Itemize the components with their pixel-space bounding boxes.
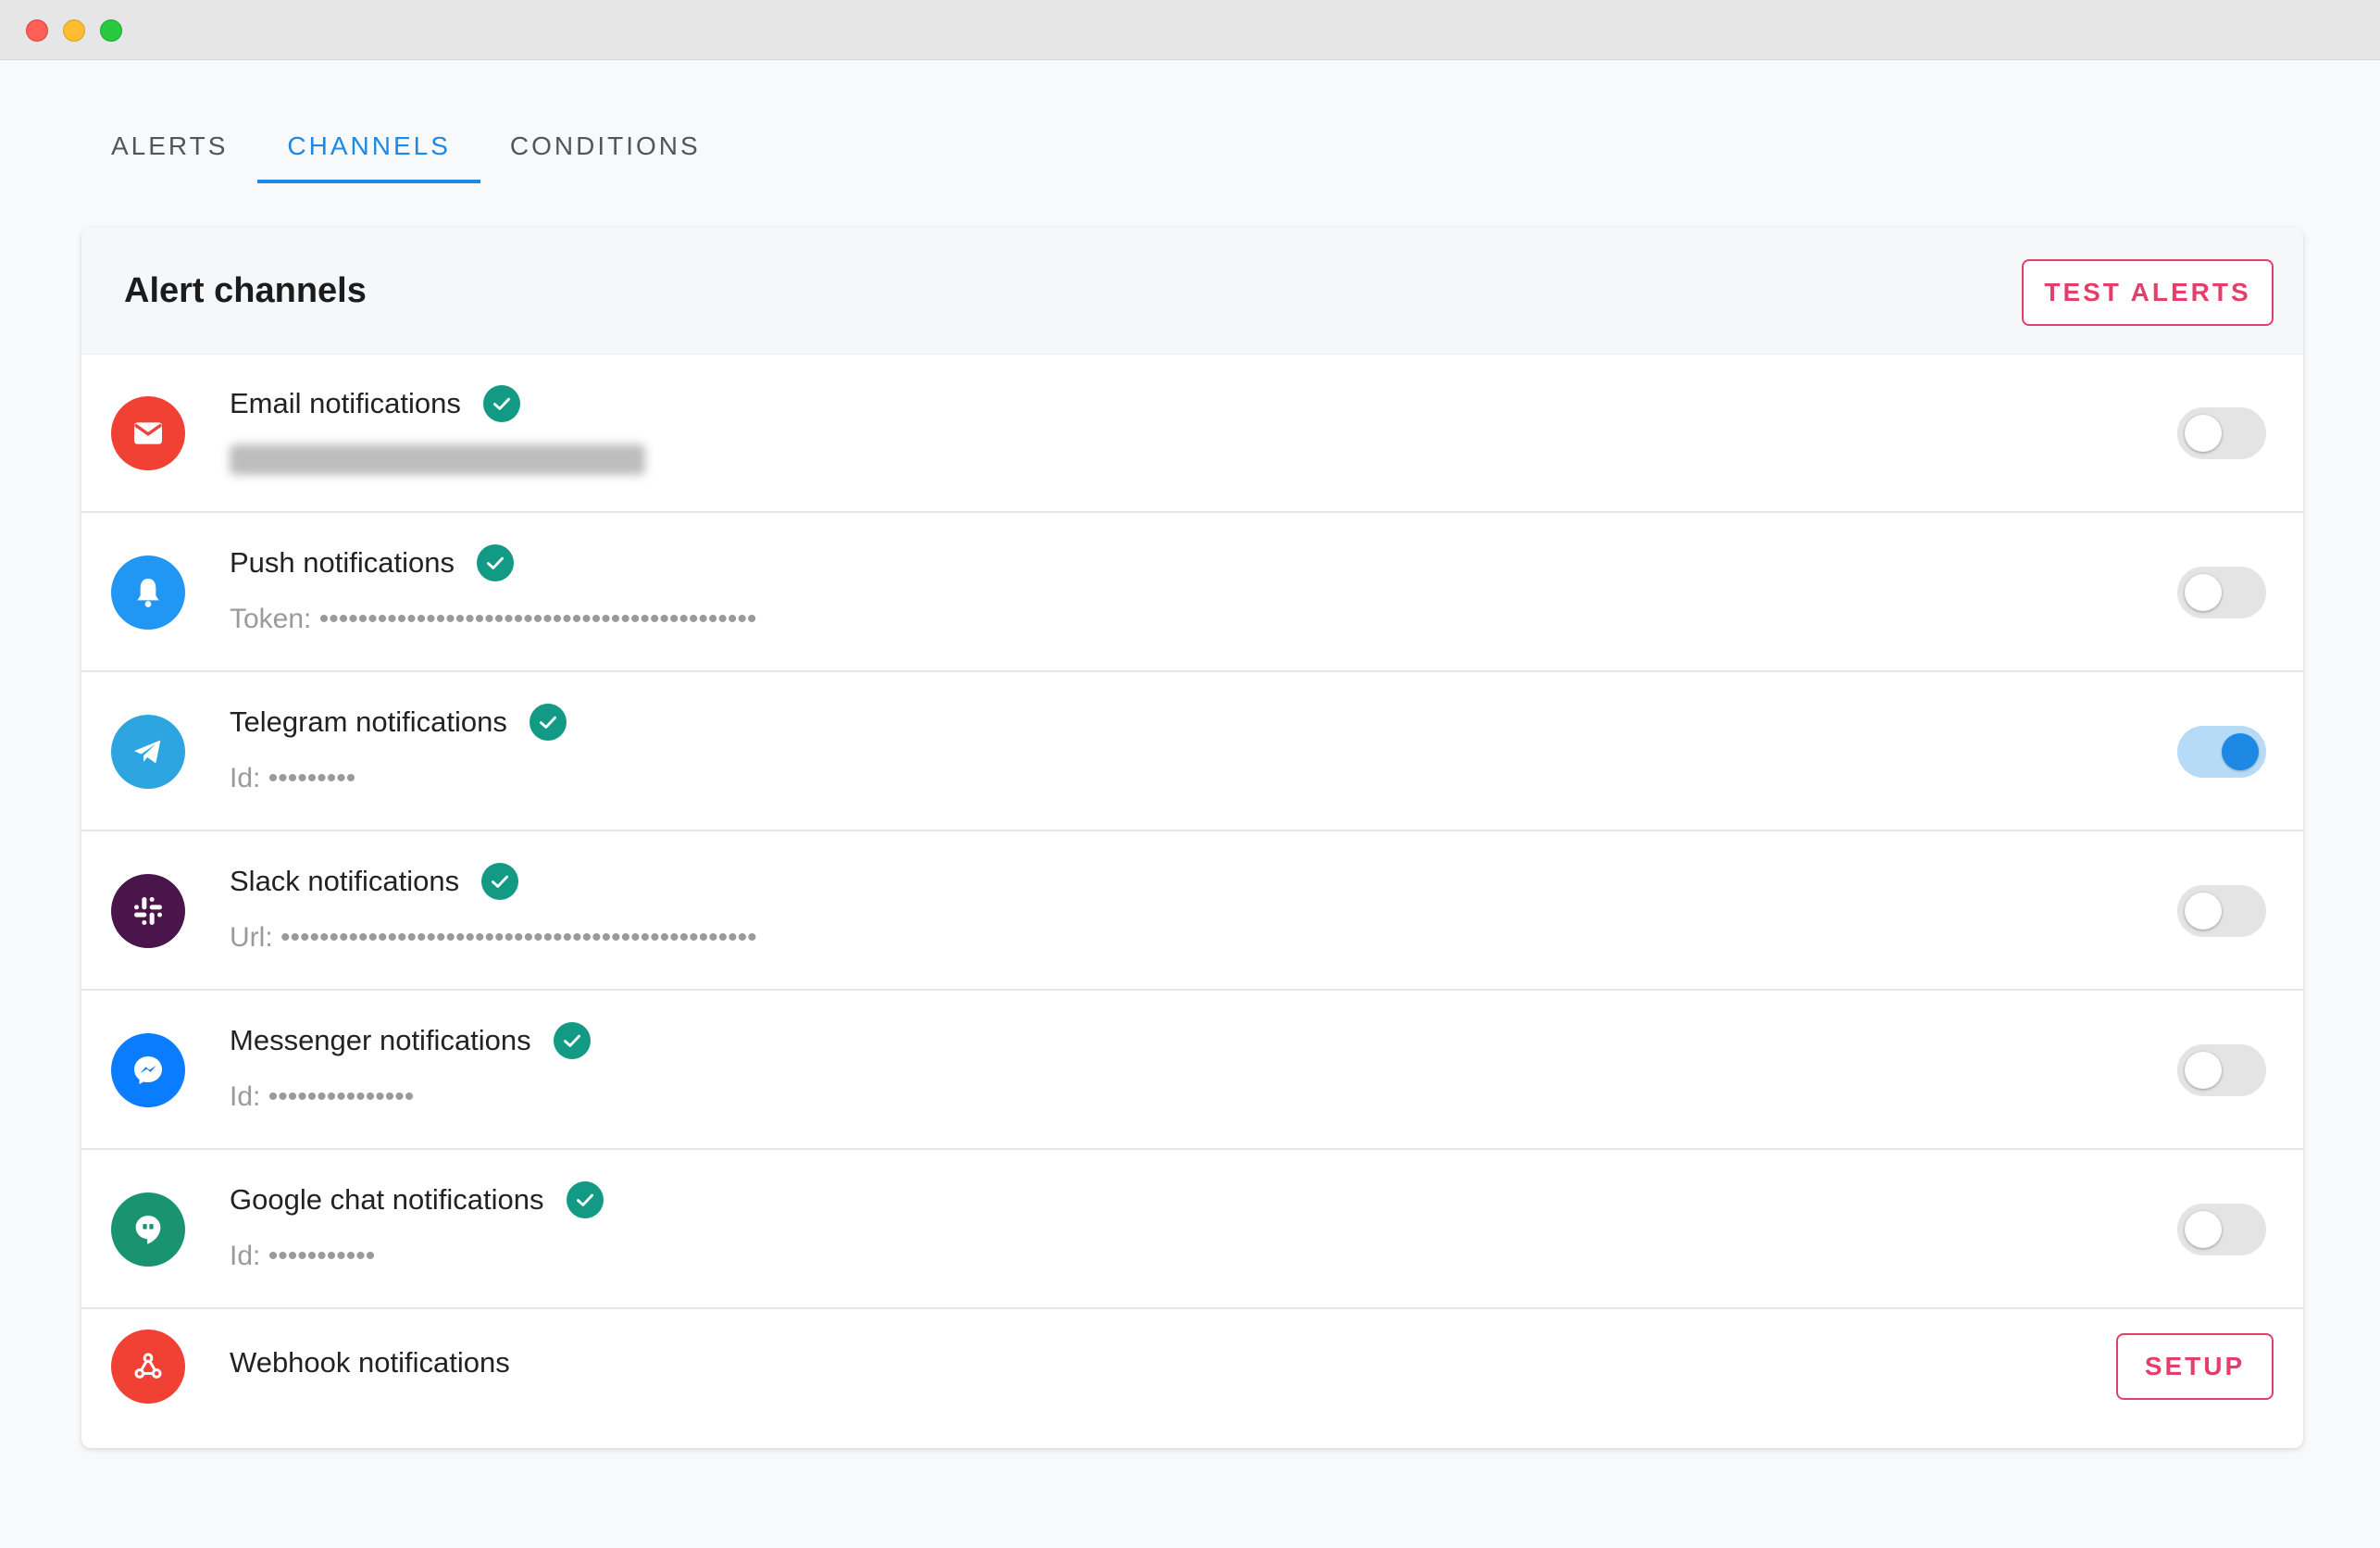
- channel-name-text: Slack notifications: [230, 865, 460, 897]
- test-alerts-button[interactable]: TEST ALERTS: [2022, 259, 2274, 326]
- toggle-google-chat[interactable]: [2177, 1204, 2266, 1255]
- verified-check-icon: [566, 1181, 604, 1218]
- verified-check-icon: [553, 1022, 591, 1059]
- minimize-window-button[interactable]: [63, 19, 85, 42]
- alert-channels-card: Alert channels TEST ALERTS Email notific…: [81, 228, 2303, 1448]
- google-chat-icon: [111, 1192, 185, 1267]
- channel-value: Id: •••••••••: [230, 763, 356, 793]
- bell-icon: [111, 556, 185, 630]
- window-titlebar: [0, 0, 2380, 60]
- channel-name: Telegram notifications: [230, 704, 567, 741]
- channel-row-webhook: Webhook notifications SETUP: [81, 1309, 2303, 1448]
- channel-value: Token: •••••••••••••••••••••••••••••••••…: [230, 604, 757, 634]
- verified-check-icon: [476, 544, 514, 581]
- toggle-messenger[interactable]: [2177, 1044, 2266, 1096]
- channel-row-telegram: Telegram notifications Id: •••••••••: [81, 672, 2303, 831]
- channel-row-push: Push notifications Token: ••••••••••••••…: [81, 513, 2303, 672]
- tab-channels[interactable]: CHANNELS: [257, 109, 480, 183]
- verified-check-icon: [529, 704, 567, 741]
- tab-alerts[interactable]: ALERTS: [81, 109, 257, 183]
- tab-conditions[interactable]: CONDITIONS: [480, 109, 730, 183]
- toggle-telegram[interactable]: [2177, 726, 2266, 778]
- tab-bar: ALERTS CHANNELS CONDITIONS: [81, 109, 730, 183]
- maximize-window-button[interactable]: [100, 19, 122, 42]
- card-title: Alert channels: [124, 270, 367, 310]
- channel-name-text: Google chat notifications: [230, 1183, 544, 1216]
- verified-check-icon: [481, 863, 519, 900]
- slack-icon: [111, 874, 185, 948]
- channel-name: Messenger notifications: [230, 1022, 591, 1059]
- setup-webhook-button[interactable]: SETUP: [2116, 1333, 2274, 1400]
- card-header: Alert channels TEST ALERTS: [81, 228, 2303, 355]
- channel-row-email: Email notifications ••••••• ••••••••••••…: [81, 354, 2303, 513]
- toggle-email[interactable]: [2177, 407, 2266, 459]
- channel-value: Id: •••••••••••••••: [230, 1081, 415, 1112]
- channel-row-google-chat: Google chat notifications Id: ••••••••••…: [81, 1150, 2303, 1309]
- verified-check-icon: [482, 385, 520, 422]
- channel-name: Google chat notifications: [230, 1181, 604, 1218]
- channel-value-redacted: ••••••• ••••••••••••••••••••••••••••••••…: [230, 444, 646, 476]
- toggle-slack[interactable]: [2177, 885, 2266, 937]
- channel-name: Webhook notifications: [230, 1346, 510, 1379]
- channel-row-messenger: Messenger notifications Id: ••••••••••••…: [81, 991, 2303, 1150]
- channel-name-text: Telegram notifications: [230, 705, 507, 738]
- mail-icon: [111, 396, 185, 470]
- channel-name: Push notifications: [230, 544, 514, 581]
- close-window-button[interactable]: [26, 19, 48, 42]
- channel-name-text: Messenger notifications: [230, 1024, 531, 1056]
- channel-name-text: Push notifications: [230, 546, 455, 579]
- channel-name-text: Webhook notifications: [230, 1346, 510, 1379]
- channel-row-slack: Slack notifications Url: •••••••••••••••…: [81, 831, 2303, 991]
- channel-value: Id: •••••••••••: [230, 1241, 376, 1271]
- toggle-push[interactable]: [2177, 567, 2266, 618]
- webhook-icon: [111, 1330, 185, 1404]
- channel-name: Slack notifications: [230, 863, 519, 900]
- telegram-icon: [111, 715, 185, 789]
- channel-name: Email notifications: [230, 385, 520, 422]
- channel-value: Url: •••••••••••••••••••••••••••••••••••…: [230, 922, 757, 953]
- messenger-icon: [111, 1033, 185, 1107]
- channel-name-text: Email notifications: [230, 387, 461, 419]
